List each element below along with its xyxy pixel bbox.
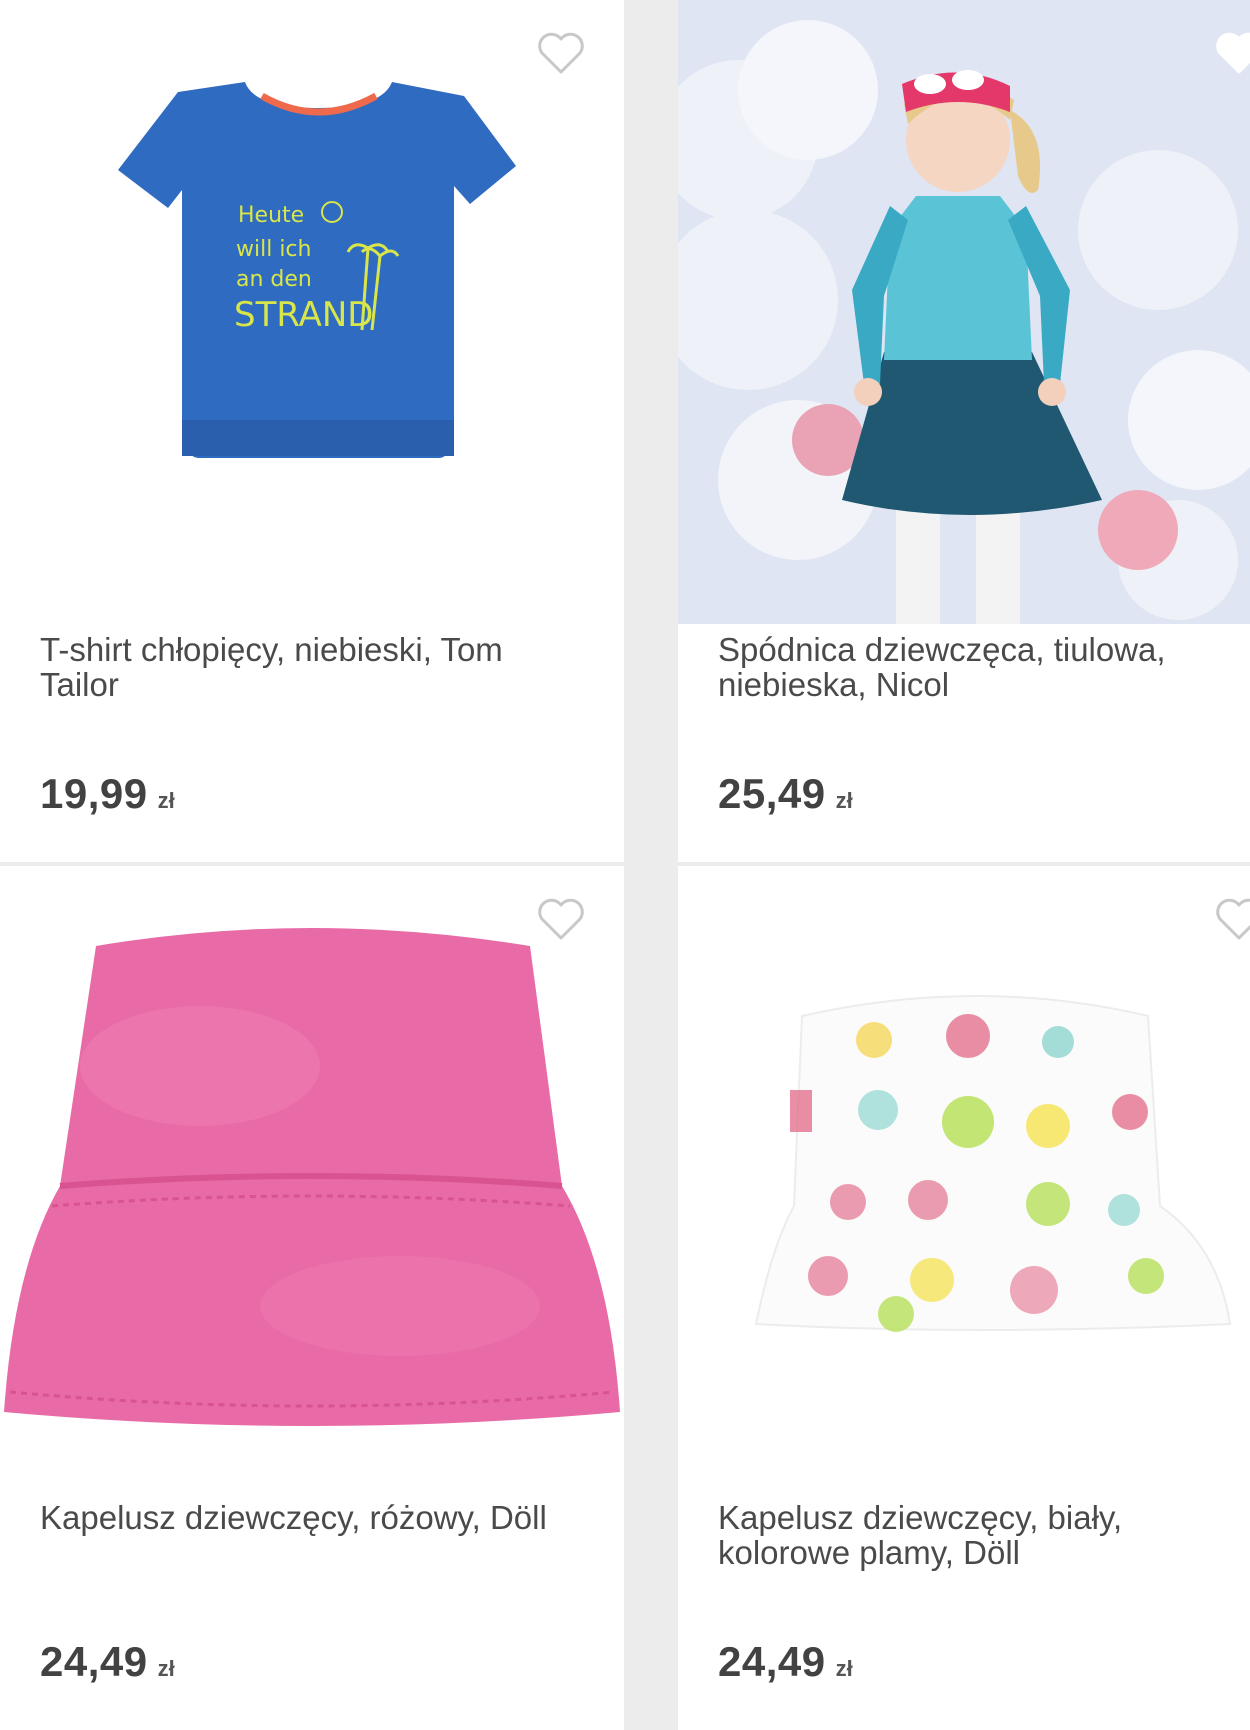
price-currency: zł: [157, 1656, 175, 1681]
pink-bucket-hat-image: [0, 866, 624, 1490]
heart-outline-icon: [538, 32, 584, 74]
product-image[interactable]: [678, 0, 1250, 624]
product-image[interactable]: [0, 866, 624, 1490]
price-amount: 25,49: [718, 770, 826, 817]
heart-filled-icon: [1216, 32, 1250, 74]
svg-text:an den: an den: [236, 267, 312, 292]
product-title[interactable]: Kapelusz dziewczęcy, różowy, Döll: [40, 1500, 560, 1535]
favorite-button[interactable]: [1214, 30, 1250, 76]
product-price: 19,99 zł: [40, 770, 175, 818]
heart-outline-icon: [538, 898, 584, 940]
price-currency: zł: [835, 788, 853, 813]
product-image[interactable]: [678, 866, 1250, 1490]
price-amount: 24,49: [40, 1638, 148, 1685]
svg-text:Heute: Heute: [238, 203, 304, 228]
product-card[interactable]: Spódnica dziewczęca, tiulowa, niebieska,…: [678, 0, 1250, 862]
price-amount: 19,99: [40, 770, 148, 817]
product-card[interactable]: Heute will ich an den STRAND T-shirt chł…: [0, 0, 624, 862]
favorite-button[interactable]: [1214, 896, 1250, 942]
girl-in-tulle-skirt-photo: [678, 0, 1250, 624]
favorite-button[interactable]: [536, 30, 586, 76]
product-price: 24,49 zł: [718, 1638, 853, 1686]
product-title[interactable]: Kapelusz dziewczęcy, biały, kolorowe pla…: [718, 1500, 1238, 1570]
svg-text:will ich: will ich: [236, 237, 311, 262]
product-title[interactable]: T-shirt chłopięcy, niebieski, Tom Tailor: [40, 632, 560, 702]
white-spotted-bucket-hat-image: [678, 866, 1250, 1490]
product-card[interactable]: Kapelusz dziewczęcy, biały, kolorowe pla…: [678, 866, 1250, 1730]
product-image[interactable]: Heute will ich an den STRAND: [0, 0, 624, 624]
price-currency: zł: [157, 788, 175, 813]
blue-tshirt-image: Heute will ich an den STRAND: [0, 0, 624, 624]
product-grid: Heute will ich an den STRAND T-shirt chł…: [0, 0, 1250, 1730]
product-card[interactable]: Kapelusz dziewczęcy, różowy, Döll 24,49 z…: [0, 866, 624, 1730]
price-currency: zł: [835, 1656, 853, 1681]
svg-text:STRAND: STRAND: [234, 295, 373, 335]
product-price: 25,49 zł: [718, 770, 853, 818]
product-title[interactable]: Spódnica dziewczęca, tiulowa, niebieska,…: [718, 632, 1238, 702]
heart-outline-icon: [1216, 898, 1250, 940]
favorite-button[interactable]: [536, 896, 586, 942]
product-price: 24,49 zł: [40, 1638, 175, 1686]
price-amount: 24,49: [718, 1638, 826, 1685]
